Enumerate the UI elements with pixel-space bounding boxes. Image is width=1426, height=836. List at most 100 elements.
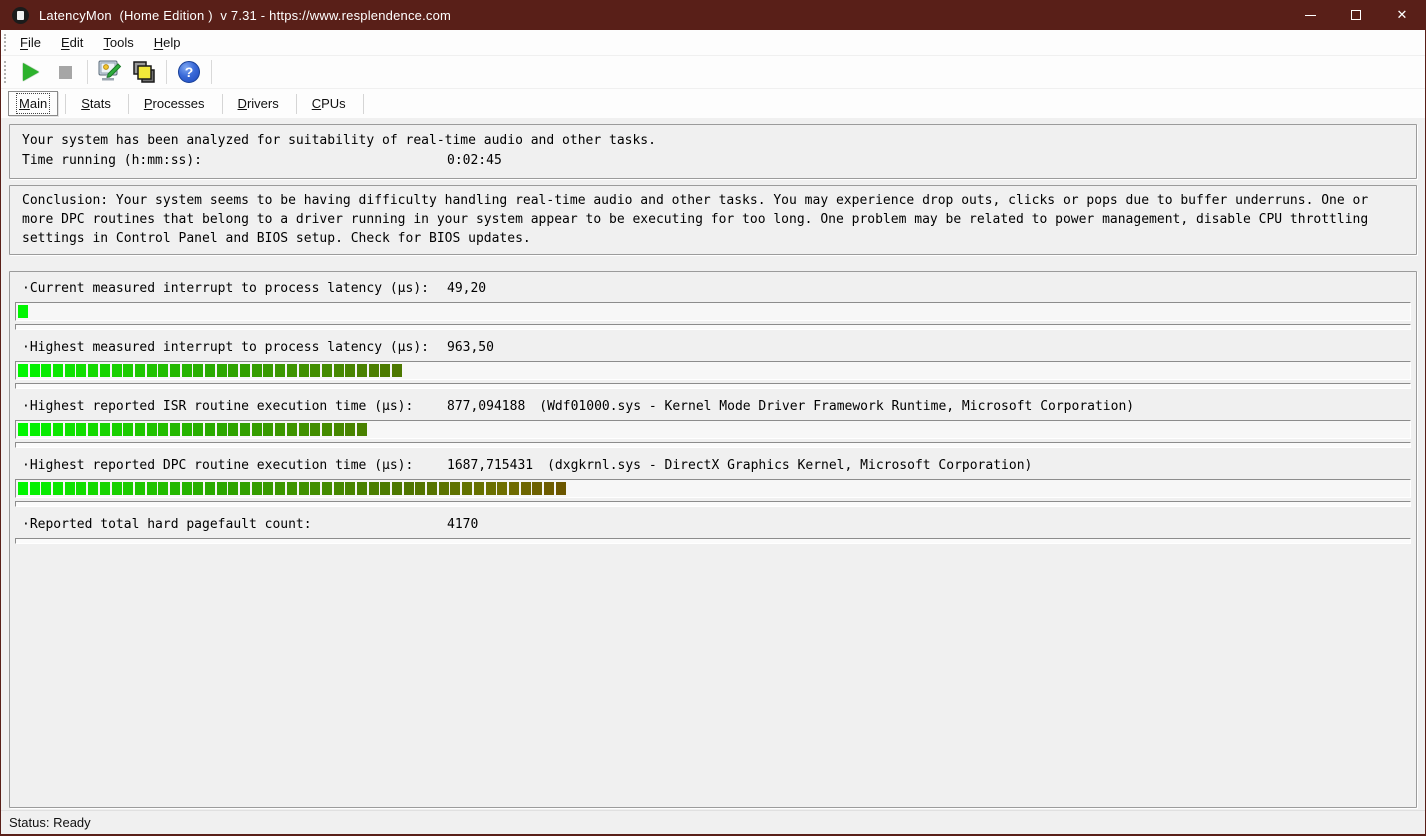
latency-bar-segment [310,423,321,436]
latency-bar-segment [321,482,332,495]
latency-bar-segment [193,482,204,495]
close-icon: ✕ [1396,7,1408,23]
latency-bar-segment [368,364,379,377]
latency-bar-segment [169,364,180,377]
toolbar-items: ? [14,58,217,86]
latency-bar-segment [111,364,122,377]
latency-bar-segment [321,423,332,436]
status-bar: Status: Ready [1,810,1425,834]
latency-bar-segment [216,482,227,495]
latency-bar-segment [216,364,227,377]
status-text: Status: Ready [9,815,91,830]
latency-bar-segment [111,482,122,495]
app-icon [12,6,29,24]
latency-bar-segment [263,364,274,377]
latency-bar-segment [368,482,379,495]
tab-separator [221,93,223,114]
tab-cpus[interactable]: CPUs [302,92,356,115]
latency-bar-segment [298,423,309,436]
latency-bar-segment [64,364,75,377]
menu-item-edit[interactable]: Edit [51,32,93,53]
time-running-label: Time running (h:mm:ss): [22,153,203,168]
title-bar: LatencyMon (Home Edition ) v 7.31 - http… [1,0,1425,30]
measurement-row: ·Reported total hard pagefault count: 417… [10,516,1416,544]
toolbar-separator [166,60,167,84]
latency-bar-segment [263,423,274,436]
latency-bar-segment [181,423,192,436]
latency-bar-segment [345,482,356,495]
maximize-button[interactable] [1333,0,1379,30]
latency-bar-segment [356,364,367,377]
measurement-line: ·Highest measured interrupt to process l… [10,339,1416,357]
latency-bar-segment [275,364,286,377]
latency-bar-segment [543,482,554,495]
toolbar-separator [87,60,88,84]
tab-bar: Main Stats Processes Drivers CPUs [1,89,1425,118]
latency-bar-segment [228,364,239,377]
toolbar-separator [211,60,212,84]
latency-bar-segment [134,364,145,377]
latency-bar-segment [275,482,286,495]
latency-bar-segment [99,364,110,377]
monitor-tool-icon [98,60,122,81]
toolbar: ? [1,56,1425,89]
measurement-label: ·Highest reported ISR routine execution … [22,399,414,414]
latency-bar-segment [193,423,204,436]
play-icon [23,63,39,81]
options-button[interactable] [95,58,125,86]
copy-report-button[interactable] [129,58,159,86]
close-button[interactable]: ✕ [1379,0,1425,30]
measurement-label: ·Current measured interrupt to process l… [22,281,429,296]
latency-bar-segment [240,423,251,436]
latency-bar-segment [158,482,169,495]
tab-main[interactable]: Main [8,91,59,116]
latency-bar-segment [134,423,145,436]
bar-groove [15,383,1411,389]
latency-bar-segment [473,482,484,495]
latency-bar [15,420,1411,439]
tab-separator [362,93,364,114]
latency-bar-segment [158,364,169,377]
measurement-value: 1687,715431 [447,458,534,473]
menu-item-file[interactable]: File [10,32,51,53]
toolbar-gripper[interactable] [4,60,6,84]
latency-bar-segment [392,482,402,495]
measurement-row: ·Highest measured interrupt to process l… [10,339,1416,389]
menubar-gripper[interactable] [4,33,6,52]
tab-items: Main Stats Processes Drivers CPUs [8,91,369,116]
time-running-value: 0:02:45 [447,153,502,168]
maximize-icon [1351,10,1361,20]
latency-bar-segment [205,364,215,377]
latency-bar-segment [310,482,321,495]
window-title: LatencyMon (Home Edition ) v 7.31 - http… [39,7,452,23]
minimize-button[interactable] [1287,0,1333,30]
latency-bar-segment [321,364,332,377]
latency-bar-segment [99,482,110,495]
help-button[interactable]: ? [174,58,204,86]
latency-bar-segment [240,364,251,377]
app-icon-glyph [17,10,24,20]
latency-bar-segment [555,482,566,495]
latency-bar-segment [298,482,309,495]
menu-item-help[interactable]: Help [144,32,191,53]
tab-processes[interactable]: Processes [134,92,215,115]
measurement-line: ·Highest reported DPC routine execution … [10,457,1416,475]
latency-bar-segment [333,364,344,377]
tab-stats[interactable]: Stats [71,92,121,115]
start-monitor-button[interactable] [16,58,46,86]
latency-bar-segment [146,364,157,377]
latency-bar-segment [228,482,239,495]
latency-bar-segment [53,482,64,495]
tab-drivers[interactable]: Drivers [228,92,289,115]
latency-bar-segment [29,423,40,436]
menu-item-tools[interactable]: Tools [93,32,143,53]
latency-bar-segment [111,423,122,436]
latency-bar-segment [438,482,449,495]
latency-bar-segment [520,482,531,495]
time-running-row: Time running (h:mm:ss): 0:02:45 [22,151,1404,171]
latency-bar-segment [18,364,28,377]
latency-bar-segment [64,482,75,495]
latency-bar-segment [53,423,64,436]
menu-items: File Edit Tools Help [10,32,190,53]
latency-bar-segment [310,364,321,377]
